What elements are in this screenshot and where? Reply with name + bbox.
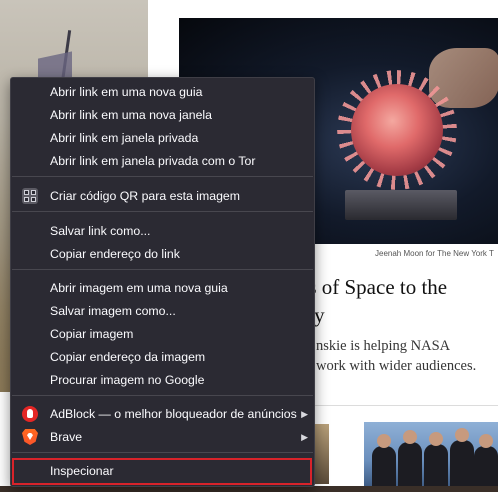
menu-item-copy-image[interactable]: Copiar imagem bbox=[11, 323, 314, 345]
article-thumbnail[interactable] bbox=[315, 424, 329, 484]
adblock-icon bbox=[22, 406, 38, 422]
submenu-arrow-icon: ▶ bbox=[301, 408, 308, 419]
menu-item-open-link-private-window[interactable]: Abrir link em janela privada bbox=[11, 127, 314, 149]
menu-separator bbox=[12, 452, 313, 453]
context-menu: Abrir link em uma nova guia Abrir link e… bbox=[10, 77, 315, 487]
article-summary: nskie is helping NASA work with wider au… bbox=[316, 338, 477, 374]
photo-pedestal bbox=[345, 190, 457, 220]
section-divider bbox=[315, 405, 498, 406]
article-photo-band[interactable] bbox=[364, 422, 498, 486]
menu-item-brave[interactable]: Brave ▶ bbox=[11, 426, 314, 448]
photo-sculpture bbox=[351, 84, 443, 176]
menu-item-search-image-google[interactable]: Procurar imagem no Google bbox=[11, 369, 314, 391]
inspect-highlight-box bbox=[12, 458, 312, 485]
brave-lion-icon bbox=[22, 429, 38, 445]
menu-separator bbox=[12, 176, 313, 177]
menu-item-adblock[interactable]: AdBlock — o melhor bloqueador de anúncio… bbox=[11, 403, 314, 425]
menu-item-copy-link-address[interactable]: Copiar endereço do link bbox=[11, 243, 314, 265]
menu-item-create-qr-code[interactable]: Criar código QR para esta imagem bbox=[11, 185, 314, 207]
menu-separator bbox=[12, 269, 313, 270]
qr-code-icon bbox=[22, 188, 38, 204]
menu-separator bbox=[12, 211, 313, 212]
menu-item-open-link-new-window[interactable]: Abrir link em uma nova janela bbox=[11, 104, 314, 126]
menu-separator bbox=[12, 395, 313, 396]
menu-item-open-link-new-tab[interactable]: Abrir link em uma nova guia bbox=[11, 81, 314, 103]
menu-item-save-image-as[interactable]: Salvar imagem como... bbox=[11, 300, 314, 322]
menu-item-open-link-private-tor[interactable]: Abrir link em janela privada com o Tor bbox=[11, 150, 314, 172]
menu-item-save-link-as[interactable]: Salvar link como... bbox=[11, 220, 314, 242]
photo-credit: Jeenah Moon for The New York T bbox=[375, 249, 494, 258]
menu-item-copy-image-address[interactable]: Copiar endereço da imagem bbox=[11, 346, 314, 368]
article-headline[interactable]: ths of Space to the lery bbox=[292, 273, 498, 329]
submenu-arrow-icon: ▶ bbox=[301, 431, 308, 442]
menu-item-open-image-new-tab[interactable]: Abrir imagem em uma nova guia bbox=[11, 277, 314, 299]
